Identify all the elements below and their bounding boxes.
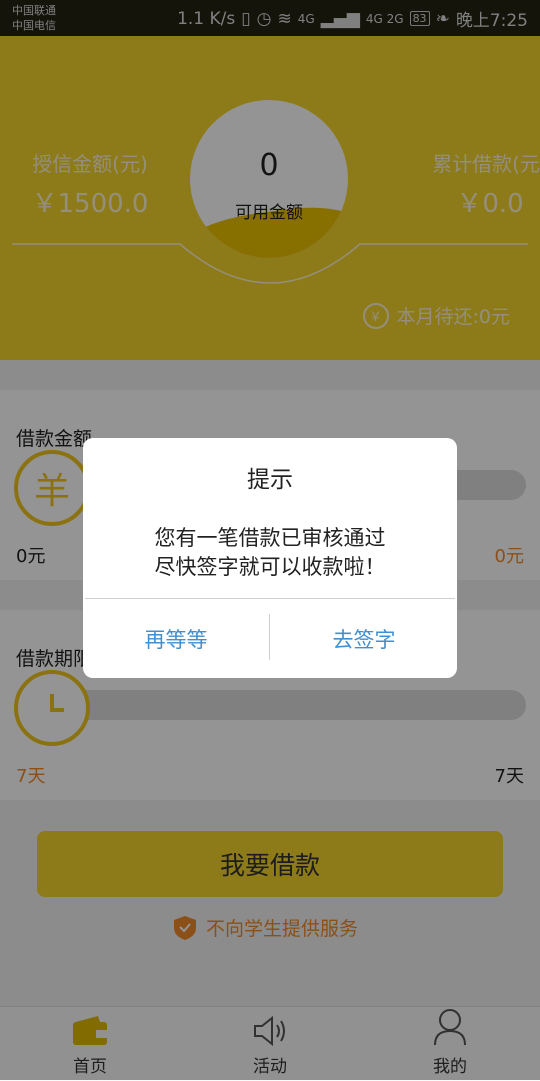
wait-button[interactable]: 再等等 <box>83 599 269 678</box>
dialog-message-line1: 您有一笔借款已审核通过 <box>154 526 386 550</box>
dialog-title: 提示 <box>247 467 293 493</box>
dialog-message: 您有一笔借款已审核通过 尽快签字就可以收款啦！ <box>83 524 457 582</box>
approval-dialog: 提示 您有一笔借款已审核通过 尽快签字就可以收款啦！ 再等等 去签字 <box>83 438 457 678</box>
dialog-message-line2: 尽快签字就可以收款啦！ <box>154 555 386 579</box>
dialog-button-divider <box>269 614 270 660</box>
go-sign-button[interactable]: 去签字 <box>271 599 457 678</box>
